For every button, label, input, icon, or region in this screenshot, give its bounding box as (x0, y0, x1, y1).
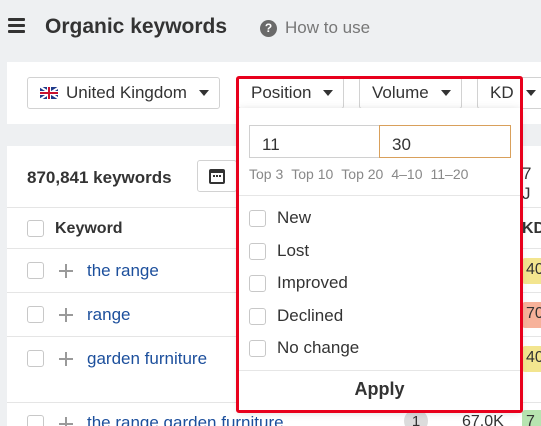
position-to-input[interactable] (379, 125, 511, 158)
position-filter-label: Position (251, 83, 312, 102)
preset-top-3[interactable]: Top 3 (249, 166, 283, 182)
option-checkbox[interactable] (249, 274, 266, 292)
position-presets: Top 3 Top 10 Top 20 4–10 11–20 (249, 166, 476, 182)
option-no-change[interactable]: No change (249, 338, 359, 358)
keyword-count: 870,841 keywords (27, 168, 172, 187)
position-badge: 1 (404, 409, 428, 426)
position-dropdown: Top 3 Top 10 Top 20 4–10 11–20 New Lost … (239, 108, 520, 410)
row-checkbox[interactable] (27, 415, 44, 426)
apply-button[interactable]: Apply (239, 379, 520, 400)
volume-filter-label: Volume (372, 83, 429, 102)
option-declined[interactable]: Declined (249, 306, 343, 326)
option-label: Lost (277, 241, 310, 260)
row-checkbox[interactable] (27, 350, 44, 367)
volume-filter-button[interactable]: Volume (359, 77, 462, 109)
option-label: No change (277, 338, 360, 357)
date-picker-button[interactable] (197, 160, 237, 192)
question-circle-icon: ? (260, 19, 277, 37)
date-label: 7 J (522, 164, 532, 203)
how-to-use-link[interactable]: ? How to use (260, 18, 370, 38)
kd-filter-button[interactable]: KD (477, 77, 541, 109)
country-filter-label: United Kingdom (66, 83, 187, 102)
option-checkbox[interactable] (249, 339, 266, 357)
divider (239, 195, 520, 196)
preset-top-20[interactable]: Top 20 (341, 166, 383, 182)
option-improved[interactable]: Improved (249, 273, 348, 293)
row-checkbox[interactable] (27, 262, 44, 279)
keyword-column-header[interactable]: Keyword (55, 220, 123, 238)
chevron-down-icon (440, 90, 451, 96)
keyword-link[interactable]: the range (87, 261, 159, 281)
plus-icon[interactable] (59, 264, 73, 278)
divider (239, 370, 520, 371)
uk-flag-icon (40, 87, 58, 99)
chevron-down-icon (525, 90, 536, 96)
option-lost[interactable]: Lost (249, 241, 309, 261)
how-to-use-label: How to use (285, 18, 371, 37)
preset-11-20[interactable]: 11–20 (431, 166, 469, 182)
page-title: Organic keywords (45, 15, 228, 38)
plus-icon[interactable] (59, 308, 73, 322)
calendar-icon (209, 169, 225, 184)
select-all-checkbox[interactable] (27, 220, 44, 237)
plus-icon[interactable] (59, 417, 73, 426)
position-from-input[interactable] (249, 125, 381, 158)
hamburger-menu-icon[interactable] (8, 18, 25, 33)
chevron-down-icon (198, 90, 209, 96)
kd-badge: 40 (522, 258, 541, 284)
option-checkbox[interactable] (249, 307, 266, 325)
preset-top-10[interactable]: Top 10 (291, 166, 333, 182)
country-filter-button[interactable]: United Kingdom (27, 77, 220, 109)
kd-badge: 70 (522, 302, 541, 328)
volume-cell: 67.0K (462, 413, 504, 426)
kd-filter-label: KD (490, 83, 514, 102)
row-checkbox[interactable] (27, 306, 44, 323)
chevron-down-icon (323, 90, 334, 96)
keyword-link[interactable]: garden furniture (87, 349, 207, 369)
kd-badge: 7 (522, 410, 541, 426)
option-checkbox[interactable] (249, 242, 266, 260)
keyword-link[interactable]: range (87, 305, 130, 325)
kd-column-header[interactable]: KD (522, 220, 541, 238)
option-label: New (277, 208, 312, 227)
kd-badge: 40 (522, 346, 541, 372)
plus-icon[interactable] (59, 352, 73, 366)
position-filter-button[interactable]: Position (238, 77, 345, 109)
option-checkbox[interactable] (249, 209, 266, 227)
option-label: Improved (277, 273, 348, 292)
option-new[interactable]: New (249, 208, 311, 228)
option-label: Declined (277, 306, 344, 325)
preset-4-10[interactable]: 4–10 (391, 166, 422, 182)
keyword-link[interactable]: the range garden furniture (87, 413, 284, 426)
